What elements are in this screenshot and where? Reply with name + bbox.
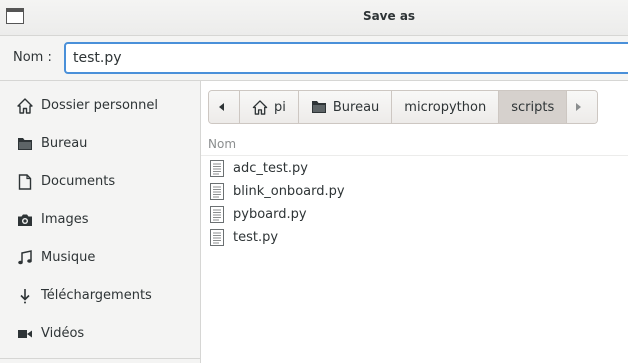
file-row[interactable]: adc_test.py: [201, 157, 628, 180]
folder-icon: [16, 135, 34, 153]
home-icon: [252, 99, 268, 115]
sidebar-item-images[interactable]: Images: [0, 205, 200, 235]
path-segment-scripts[interactable]: scripts: [499, 91, 568, 123]
triangle-left-icon: [219, 103, 224, 111]
file-name: blink_onboard.py: [233, 184, 345, 199]
sidebar-item-label: Dossier personnel: [41, 98, 159, 113]
sidebar-item-videos[interactable]: Vidéos: [0, 319, 200, 349]
sidebar-item-bureau[interactable]: Bureau: [0, 129, 200, 159]
file-row[interactable]: test.py: [201, 226, 628, 249]
window-title: Save as: [362, 9, 416, 23]
places-sidebar: Dossier personnel Bureau Documents Image…: [0, 81, 201, 363]
path-segment-bureau[interactable]: Bureau: [298, 91, 393, 123]
sidebar-item-telechargements[interactable]: Téléchargements: [0, 281, 200, 311]
sidebar-item-musique[interactable]: Musique: [0, 243, 200, 273]
video-icon: [16, 325, 34, 343]
path-bar: pi Bureau micropython scripts: [208, 90, 599, 124]
file-row[interactable]: pyboard.py: [201, 203, 628, 226]
name-row: Nom :: [0, 36, 628, 81]
music-icon: [16, 249, 34, 267]
title-bar[interactable]: Save as: [0, 0, 628, 36]
text-file-icon: [210, 183, 224, 200]
text-file-icon: [210, 160, 224, 177]
triangle-right-icon: [576, 103, 582, 111]
sidebar-separator: [0, 358, 200, 359]
sidebar-item-home[interactable]: Dossier personnel: [0, 91, 200, 121]
file-browser: pi Bureau micropython scripts Nom adc_te…: [201, 81, 628, 363]
path-segment-micropython[interactable]: micropython: [392, 91, 500, 123]
home-icon: [16, 97, 34, 115]
column-header-label: Nom: [208, 137, 237, 151]
sidebar-item-label: Musique: [41, 250, 96, 265]
path-segment-pi[interactable]: pi: [240, 91, 299, 123]
path-segment-label: micropython: [404, 99, 487, 115]
column-header-name[interactable]: Nom: [201, 133, 628, 156]
text-file-icon: [210, 229, 224, 246]
file-row[interactable]: blink_onboard.py: [201, 180, 628, 203]
path-segment-label: pi: [274, 99, 286, 115]
document-icon: [16, 173, 34, 191]
file-name: test.py: [233, 230, 279, 245]
file-name: pyboard.py: [233, 207, 307, 222]
path-segment-label: Bureau: [332, 99, 380, 115]
sidebar-item-label: Documents: [41, 174, 116, 189]
sidebar-item-documents[interactable]: Documents: [0, 167, 200, 197]
sidebar-item-label: Bureau: [41, 136, 88, 151]
filename-input[interactable]: [64, 42, 628, 74]
path-segment-label: scripts: [511, 99, 555, 115]
download-icon: [16, 287, 34, 305]
path-scroll-left-button[interactable]: [209, 91, 240, 123]
folder-icon: [311, 101, 326, 113]
sidebar-item-label: Téléchargements: [41, 288, 152, 303]
file-name: adc_test.py: [233, 161, 308, 176]
path-scroll-right-button[interactable]: [567, 91, 598, 123]
save-as-dialog: Save as Nom : Dossier personnel Bureau D…: [0, 0, 628, 363]
sidebar-item-label: Images: [41, 212, 89, 227]
text-file-icon: [210, 206, 224, 223]
camera-icon: [16, 211, 34, 229]
sidebar-item-label: Vidéos: [41, 326, 85, 341]
name-label: Nom :: [13, 50, 52, 65]
